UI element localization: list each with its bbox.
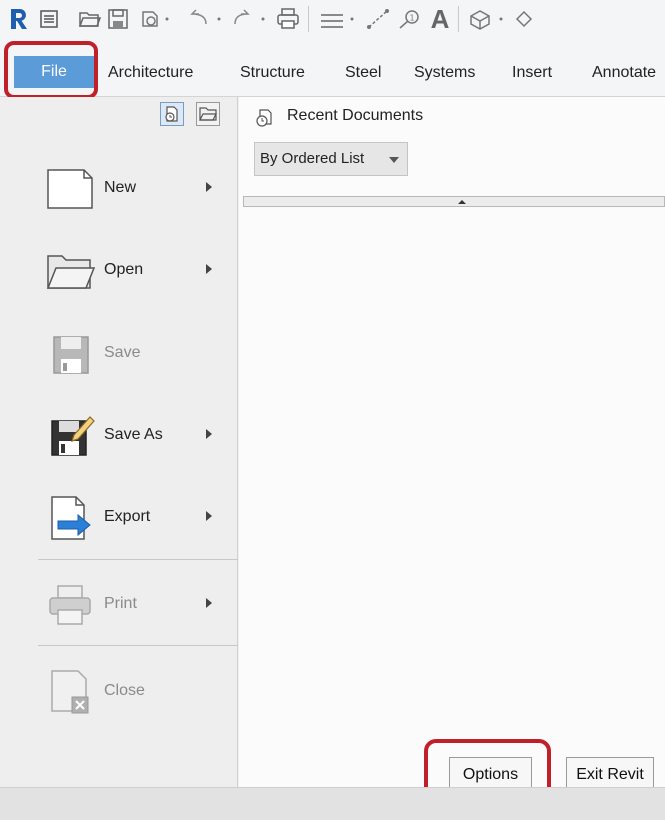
save-icon[interactable] <box>106 6 130 32</box>
recent-documents-title: Recent Documents <box>287 107 424 124</box>
align-dimension-icon[interactable] <box>318 6 360 32</box>
menu-item-close[interactable]: Close <box>38 661 228 721</box>
revit-application-window: 1 A File Architecture Structure Steel Sy… <box>0 0 665 820</box>
tab-annotate[interactable]: Annotate <box>592 60 656 86</box>
submenu-arrow-icon[interactable] <box>206 264 212 274</box>
open-folder-icon[interactable] <box>78 6 102 32</box>
properties-icon[interactable] <box>38 6 60 32</box>
tab-systems[interactable]: Systems <box>414 60 475 86</box>
menu-item-label: Export <box>104 508 151 525</box>
toolbar-separator <box>458 6 459 32</box>
recent-documents-icon <box>255 108 275 128</box>
menu-item-label: Open <box>104 261 144 278</box>
tag-icon[interactable]: 1 <box>396 6 424 32</box>
tab-structure[interactable]: Structure <box>240 60 305 86</box>
svg-text:1: 1 <box>410 14 415 23</box>
sort-order-dropdown[interactable]: By Ordered List <box>254 142 408 176</box>
save-icon <box>44 331 96 377</box>
export-icon <box>44 495 96 541</box>
menu-item-label: Save <box>104 344 141 361</box>
print-icon <box>44 582 96 628</box>
tab-insert[interactable]: Insert <box>512 60 552 86</box>
menu-item-label: Close <box>104 682 145 699</box>
menu-item-export[interactable]: Export <box>38 487 228 547</box>
sync-icon[interactable] <box>138 6 178 32</box>
menu-divider <box>38 559 238 560</box>
new-document-icon <box>44 166 96 212</box>
submenu-arrow-icon[interactable] <box>206 511 212 521</box>
menu-item-save-as[interactable]: Save As <box>38 405 228 465</box>
menu-item-label: New <box>104 179 137 196</box>
undo-icon[interactable] <box>184 6 228 32</box>
close-document-icon <box>44 669 96 715</box>
menu-item-print[interactable]: Print <box>38 574 228 634</box>
tab-architecture[interactable]: Architecture <box>108 60 193 86</box>
print-icon[interactable] <box>274 6 302 32</box>
menu-item-label: Print <box>104 595 137 612</box>
submenu-arrow-icon[interactable] <box>206 598 212 608</box>
submenu-arrow-icon[interactable] <box>206 429 212 439</box>
save-as-icon <box>44 413 96 459</box>
toolbar-separator <box>308 6 309 32</box>
revit-logo-icon[interactable] <box>8 6 30 32</box>
measure-icon[interactable] <box>364 6 392 32</box>
recent-documents-view-icon[interactable] <box>160 102 184 126</box>
open-documents-view-icon[interactable] <box>196 102 220 126</box>
open-folder-icon <box>44 248 96 294</box>
sort-order-value: By Ordered List <box>260 150 365 167</box>
chevron-down-icon <box>389 157 399 163</box>
section-icon[interactable] <box>512 6 534 32</box>
redo-icon[interactable] <box>232 6 272 32</box>
documents-list-splitter[interactable] <box>243 196 665 207</box>
menu-item-label: Save As <box>104 426 163 443</box>
file-tab-highlight <box>4 41 98 99</box>
menu-item-new[interactable]: New <box>38 158 228 218</box>
menu-item-save[interactable]: Save <box>38 323 228 383</box>
3d-view-icon[interactable] <box>466 6 510 32</box>
text-icon[interactable]: A <box>428 4 452 34</box>
menu-divider <box>38 645 238 646</box>
status-bar <box>0 787 665 820</box>
tab-steel[interactable]: Steel <box>345 60 381 86</box>
collapse-up-icon[interactable] <box>458 200 466 204</box>
ribbon-tab-bar: File Architecture Structure Steel System… <box>0 44 665 97</box>
menu-item-open[interactable]: Open <box>38 240 228 300</box>
submenu-arrow-icon[interactable] <box>206 182 212 192</box>
quick-access-toolbar: 1 A <box>0 0 665 44</box>
